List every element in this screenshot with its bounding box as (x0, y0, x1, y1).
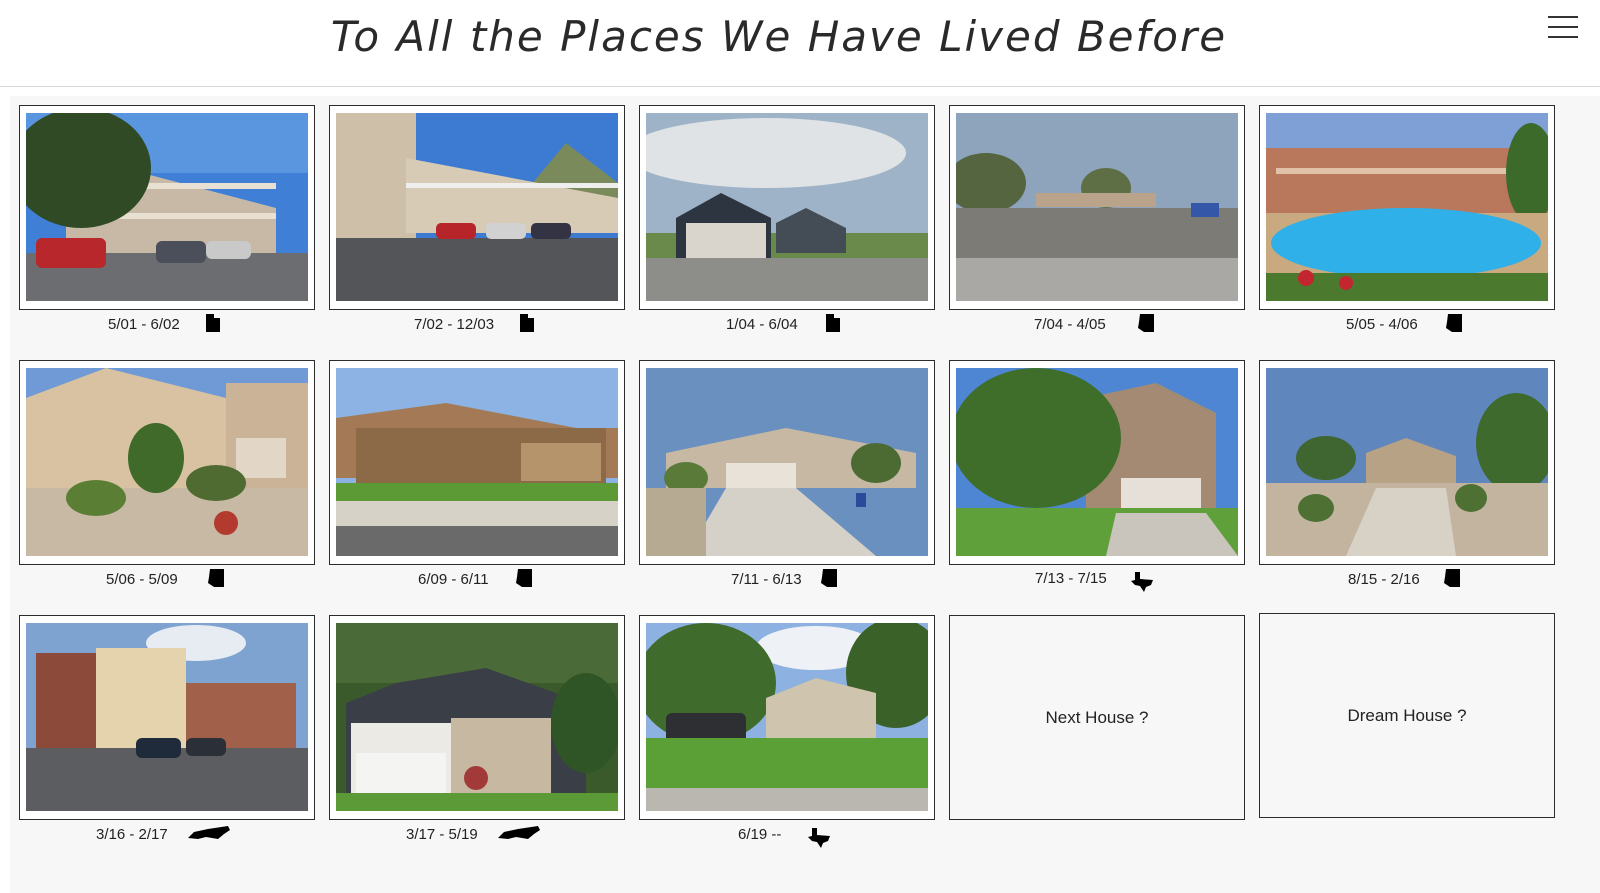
utah-state-icon (520, 314, 534, 332)
utah-state-icon (826, 314, 840, 332)
home-card[interactable] (639, 615, 935, 820)
next-house-label: Next House ? (1045, 707, 1149, 727)
north-carolina-state-icon (498, 826, 540, 840)
home-card[interactable] (1259, 360, 1555, 565)
two-story-brick-house-photo (956, 368, 1238, 556)
arizona-state-icon (208, 569, 224, 587)
home-card[interactable] (329, 615, 625, 820)
homes-grid: 5/01 - 6/02 7/02 - 12/03 1/04 - 6/04 7/0… (10, 96, 1600, 893)
home-card[interactable] (949, 360, 1245, 565)
single-story-house-photo (336, 368, 618, 556)
home-card[interactable] (19, 615, 315, 820)
home-dates: 7/13 - 7/15 (1035, 570, 1107, 587)
apartment-building-mountains-photo (336, 113, 618, 301)
home-card[interactable] (19, 105, 315, 310)
home-caption: 8/15 - 2/16 (1348, 569, 1548, 593)
desert-house-photo (1266, 368, 1548, 556)
texas-state-icon (808, 828, 830, 848)
stone-house-truck-photo (646, 623, 928, 811)
home-dates: 6/09 - 6/11 (418, 571, 489, 588)
home-dates: 7/11 - 6/13 (731, 571, 802, 588)
home-dates: 7/02 - 12/03 (414, 316, 495, 333)
home-caption: 5/05 - 4/06 (1346, 314, 1546, 338)
home-dates: 1/04 - 6/04 (726, 316, 798, 333)
arizona-state-icon (1446, 314, 1462, 332)
arizona-state-icon (1138, 314, 1154, 332)
stucco-house-tree-photo (26, 368, 308, 556)
arizona-state-icon (1444, 569, 1460, 587)
next-house-card[interactable]: Next House ? (949, 615, 1245, 820)
home-caption: 7/04 - 4/05 (1034, 314, 1234, 338)
home-card[interactable] (329, 360, 625, 565)
arizona-state-icon (821, 569, 837, 587)
home-dates: 5/05 - 4/06 (1346, 316, 1418, 333)
arizona-state-icon (516, 569, 532, 587)
home-caption: 6/19 -- (738, 824, 938, 848)
home-dates: 3/17 - 5/19 (406, 826, 478, 843)
home-card[interactable] (329, 105, 625, 310)
hamburger-menu-icon[interactable] (1548, 16, 1578, 42)
house-driveway-sign-photo (646, 368, 928, 556)
home-caption: 5/01 - 6/02 (108, 314, 308, 338)
home-caption: 3/17 - 5/19 (406, 824, 636, 848)
texas-state-icon (1131, 572, 1153, 592)
dream-house-card[interactable]: Dream House ? (1259, 613, 1555, 818)
home-dates: 5/06 - 5/09 (106, 571, 178, 588)
home-dates: 8/15 - 2/16 (1348, 571, 1420, 588)
home-dates: 6/19 -- (738, 826, 782, 843)
home-caption: 6/09 - 6/11 (418, 569, 618, 593)
home-dates: 5/01 - 6/02 (108, 316, 180, 333)
home-card[interactable] (1259, 105, 1555, 310)
page-title: To All the Places We Have Lived Before (330, 12, 1228, 61)
home-card[interactable] (639, 105, 935, 310)
north-carolina-state-icon (188, 826, 230, 840)
home-dates: 3/16 - 2/17 (96, 826, 168, 843)
home-card[interactable] (639, 360, 935, 565)
home-caption: 7/02 - 12/03 (414, 314, 614, 338)
parking-lot-carports-photo (956, 113, 1238, 301)
craftsman-house-photo (336, 623, 618, 811)
home-caption: 5/06 - 5/09 (106, 569, 306, 593)
utah-state-icon (206, 314, 220, 332)
dream-house-label: Dream House ? (1347, 705, 1467, 725)
home-caption: 7/11 - 6/13 (731, 569, 931, 593)
apartment-complex-photo (26, 113, 308, 301)
page-header: To All the Places We Have Lived Before (0, 0, 1600, 87)
house-cloudy-sky-photo (646, 113, 928, 301)
home-caption: 7/13 - 7/15 (1035, 568, 1235, 592)
home-caption: 1/04 - 6/04 (726, 314, 926, 338)
apartment-pool-photo (1266, 113, 1548, 301)
home-card[interactable] (19, 360, 315, 565)
brick-apartments-photo (26, 623, 308, 811)
home-dates: 7/04 - 4/05 (1034, 316, 1106, 333)
home-caption: 3/16 - 2/17 (96, 824, 326, 848)
home-card[interactable] (949, 105, 1245, 310)
